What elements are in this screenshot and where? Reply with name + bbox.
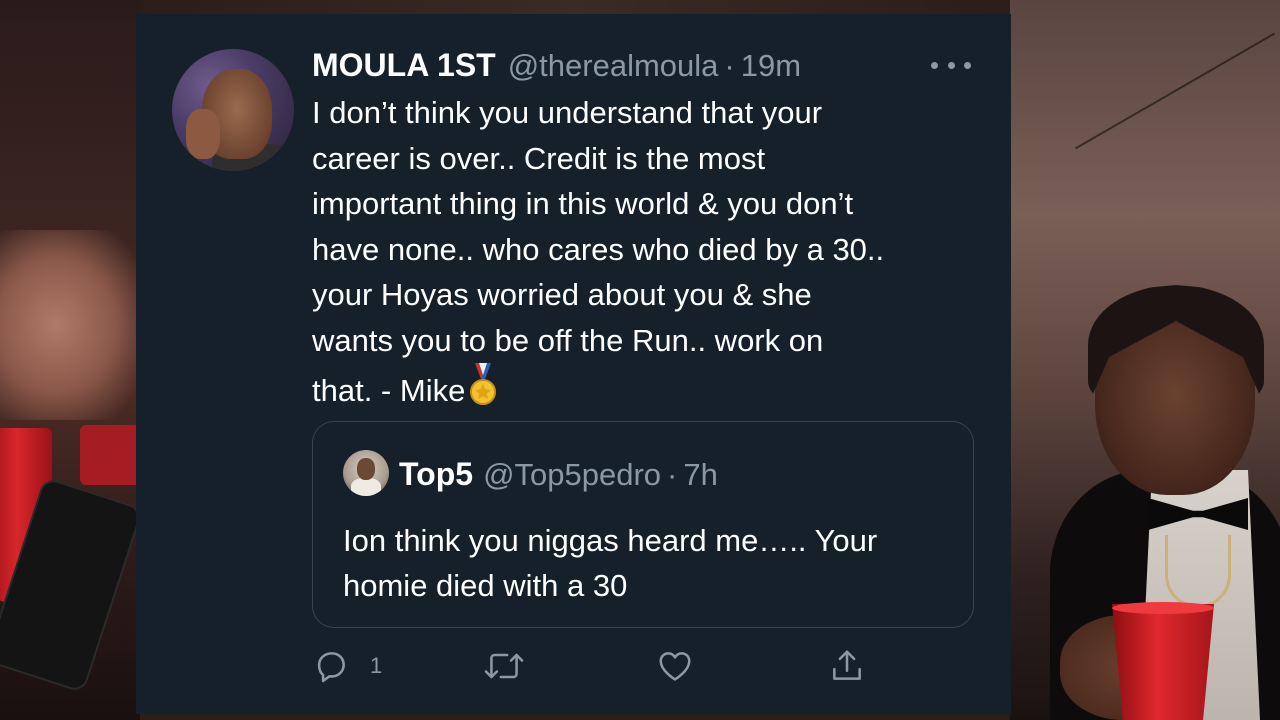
quoted-author-avatar	[343, 450, 389, 496]
more-options-icon[interactable]	[931, 54, 971, 76]
background-bottom-strip	[140, 714, 1010, 720]
more-dot	[947, 61, 955, 69]
retweet-button[interactable]	[482, 644, 526, 688]
more-dot	[931, 61, 938, 69]
more-dot	[964, 61, 971, 69]
tweet-timestamp[interactable]: 19m	[741, 48, 801, 84]
author-avatar[interactable]	[172, 49, 294, 171]
video-frame: MOULA 1ST @therealmoula · 19m I don’t th…	[0, 0, 1280, 720]
header-separator: ·	[724, 48, 735, 83]
quoted-tweet-header: Top5 @Top5pedro · 7h	[399, 456, 718, 493]
quoted-tweet[interactable]: Top5 @Top5pedro · 7h Ion think you nigga…	[312, 421, 974, 628]
quoted-tweet-timestamp: 7h	[683, 457, 718, 492]
share-button[interactable]	[828, 644, 866, 688]
reply-count: 1	[370, 653, 383, 678]
reply-icon	[312, 647, 350, 685]
avatar-hand	[186, 109, 220, 159]
red-cup-rim	[1112, 602, 1214, 614]
like-icon	[656, 647, 694, 685]
quoted-tweet-body: Ion think you niggas heard me….. Your ho…	[343, 523, 878, 603]
author-display-name[interactable]: MOULA 1ST	[312, 47, 496, 84]
quoted-author-handle: @Top5pedro	[483, 457, 662, 492]
red-cup-right	[1112, 604, 1214, 720]
quoted-header-separator: ·	[667, 457, 678, 492]
author-handle[interactable]: @therealmoula	[508, 48, 719, 84]
quoted-avatar-face	[357, 458, 375, 480]
like-button[interactable]	[656, 644, 694, 688]
share-icon	[828, 647, 866, 685]
tweet-actions: 1	[312, 644, 861, 688]
medal-icon	[469, 363, 497, 420]
tweet-header: MOULA 1ST @therealmoula · 19m	[312, 47, 801, 87]
tweet-body: I don’t think you understand that your c…	[312, 90, 992, 420]
quoted-author-display-name: Top5	[399, 456, 474, 492]
background-top-strip	[140, 0, 1010, 14]
person-chain	[1165, 535, 1231, 608]
tweet-card: MOULA 1ST @therealmoula · 19m I don’t th…	[136, 14, 1011, 714]
tweet-body-text: I don’t think you understand that your c…	[312, 95, 885, 408]
quoted-avatar-body	[351, 478, 381, 496]
background-arm	[0, 230, 140, 420]
background-red-object	[80, 425, 140, 485]
reply-button[interactable]: 1	[312, 644, 382, 688]
retweet-icon	[482, 647, 526, 685]
